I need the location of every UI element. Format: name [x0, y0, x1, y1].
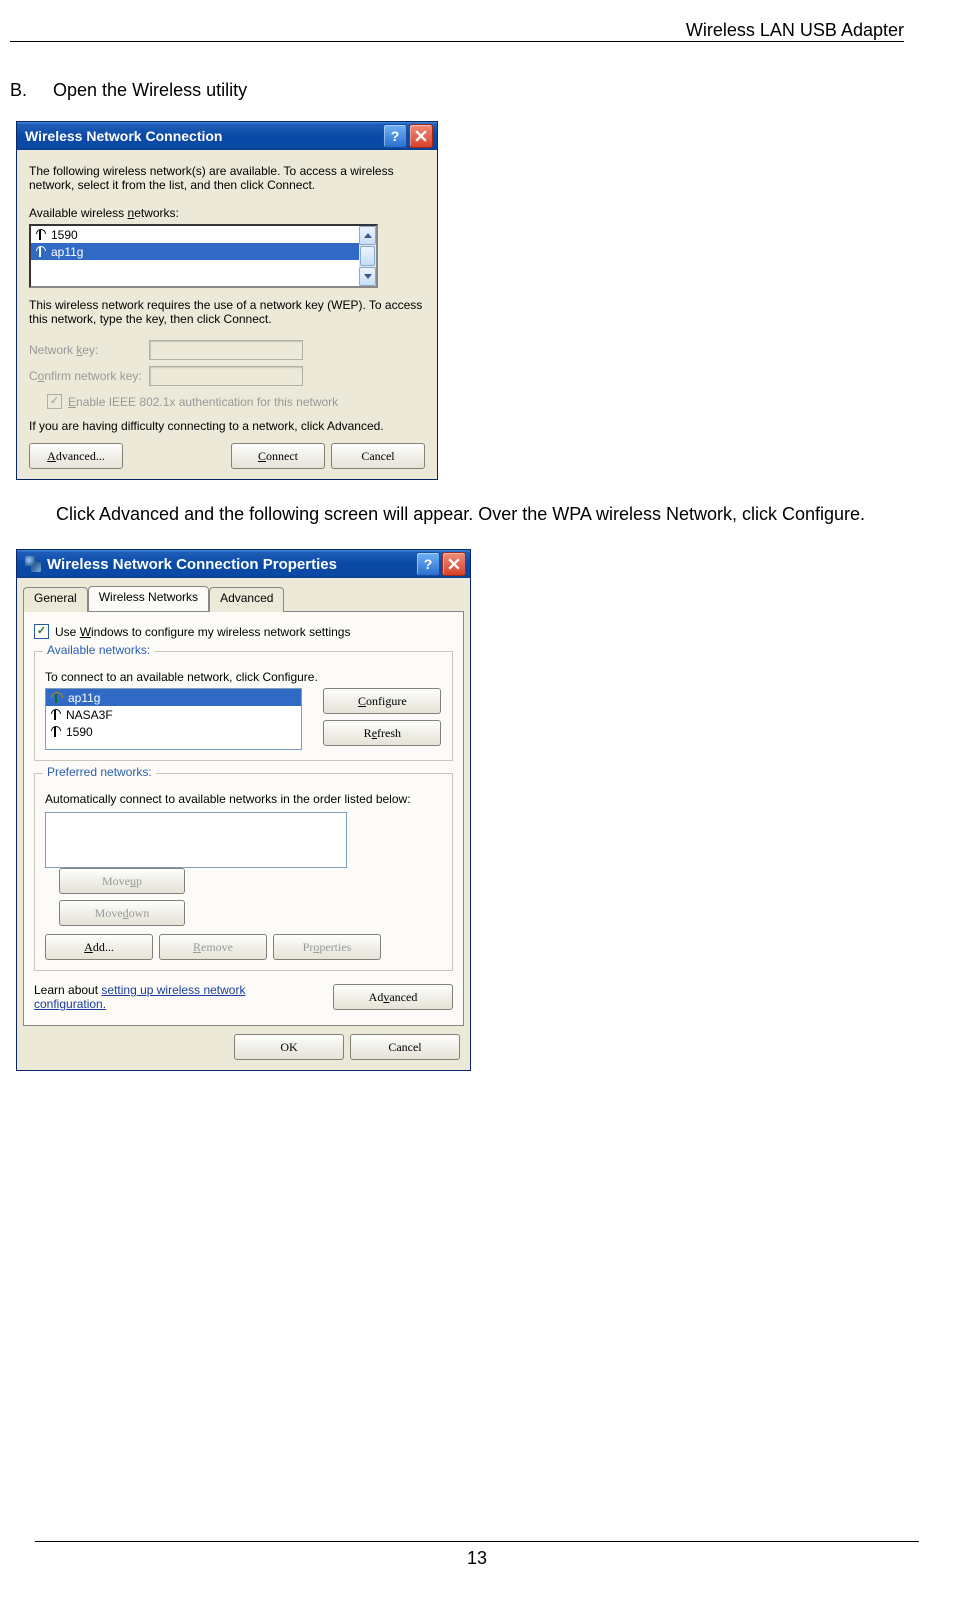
chevron-down-icon: [364, 274, 372, 279]
section-text: Open the Wireless utility: [53, 80, 247, 100]
available-networks-group: Available networks: To connect to an ava…: [34, 651, 453, 761]
scroll-up-button[interactable]: [359, 226, 376, 245]
use-windows-checkbox[interactable]: ✓: [34, 624, 49, 639]
tab-wireless-networks[interactable]: Wireless Networks: [88, 586, 209, 611]
preferred-list[interactable]: [45, 812, 347, 868]
network-key-label: Network key:: [29, 343, 149, 357]
chevron-up-icon: [364, 233, 372, 238]
refresh-button[interactable]: Refresh: [323, 720, 441, 746]
page-footer: 13: [35, 1541, 919, 1569]
ok-button[interactable]: OK: [234, 1034, 344, 1060]
tab-advanced[interactable]: Advanced: [209, 587, 284, 612]
cancel-button[interactable]: Cancel: [331, 443, 425, 469]
learn-prefix: Learn about: [34, 983, 101, 997]
scroll-down-button[interactable]: [359, 267, 376, 286]
move-down-button: Move down: [59, 900, 185, 926]
available-networks-list[interactable]: 1590 ap11g: [29, 224, 378, 288]
group-legend: Available networks:: [43, 643, 154, 657]
available-desc: To connect to an available network, clic…: [45, 670, 442, 684]
instruction-text: Click Advanced and the following screen …: [56, 502, 904, 527]
close-button[interactable]: [442, 552, 466, 576]
titlebar[interactable]: Wireless Network Connection ?: [17, 122, 437, 150]
network-item[interactable]: 1590: [31, 226, 359, 243]
learn-text: Learn about setting up wireless network …: [34, 983, 245, 1011]
available-list[interactable]: ap11g NASA3F 1590: [45, 688, 302, 750]
antenna-icon: [50, 726, 60, 738]
help-button[interactable]: ?: [383, 124, 407, 148]
add-button[interactable]: Add...: [45, 934, 153, 960]
scrollbar[interactable]: [359, 226, 376, 286]
page-header: Wireless LAN USB Adapter: [10, 20, 904, 42]
network-name: 1590: [51, 228, 78, 242]
network-key-input: [149, 340, 303, 360]
remove-button: Remove: [159, 934, 267, 960]
confirm-key-input: [149, 366, 303, 386]
use-windows-label: Use Windows to configure my wireless net…: [55, 625, 350, 639]
cancel-button[interactable]: Cancel: [350, 1034, 460, 1060]
learn-link[interactable]: configuration.: [34, 997, 106, 1011]
list-item[interactable]: ap11g: [46, 689, 301, 706]
tab-panel: ✓ Use Windows to configure my wireless n…: [23, 611, 464, 1026]
ieee-checkbox: ✓: [47, 394, 62, 409]
tab-general[interactable]: General: [23, 587, 88, 612]
configure-button[interactable]: Configure: [323, 688, 441, 714]
scroll-thumb[interactable]: [360, 246, 375, 266]
titlebar[interactable]: Wireless Network Connection Properties ?: [17, 550, 470, 578]
list-item[interactable]: NASA3F: [46, 706, 301, 723]
net-name: ap11g: [68, 691, 100, 705]
network-item-selected[interactable]: ap11g: [31, 243, 359, 260]
antenna-icon: [50, 709, 60, 721]
difficulty-text: If you are having difficulty connecting …: [29, 419, 425, 433]
preferred-networks-group: Preferred networks: Automatically connec…: [34, 773, 453, 971]
confirm-key-label: Confirm network key:: [29, 369, 149, 383]
net-name: NASA3F: [66, 708, 113, 722]
wireless-connection-dialog: Wireless Network Connection ? The follow…: [16, 121, 438, 480]
network-icon: [25, 556, 41, 572]
move-up-button: Move up: [59, 868, 185, 894]
advanced-button[interactable]: Advanced: [333, 984, 453, 1010]
network-name: ap11g: [51, 245, 83, 259]
available-networks-label: Available wireless networks:: [29, 206, 425, 220]
close-button[interactable]: [409, 124, 433, 148]
net-name: 1590: [66, 725, 93, 739]
section-heading: B. Open the Wireless utility: [10, 80, 904, 101]
wep-text: This wireless network requires the use o…: [29, 298, 425, 326]
group-legend: Preferred networks:: [43, 765, 156, 779]
preferred-desc: Automatically connect to available netwo…: [45, 792, 442, 806]
wireless-properties-dialog: Wireless Network Connection Properties ?…: [16, 549, 471, 1071]
list-item[interactable]: 1590: [46, 723, 301, 740]
properties-button: Properties: [273, 934, 381, 960]
window-title: Wireless Network Connection: [25, 128, 381, 144]
connect-button[interactable]: Connect: [231, 443, 325, 469]
intro-text: The following wireless network(s) are av…: [29, 164, 425, 192]
close-icon: [448, 558, 460, 570]
antenna-open-icon: [50, 692, 62, 704]
section-letter: B.: [10, 80, 48, 101]
window-title: Wireless Network Connection Properties: [47, 556, 414, 573]
learn-link[interactable]: setting up wireless network: [101, 983, 245, 997]
help-button[interactable]: ?: [416, 552, 440, 576]
advanced-button[interactable]: Advanced...: [29, 443, 123, 469]
antenna-icon: [35, 246, 45, 258]
tab-strip: General Wireless Networks Advanced: [17, 578, 470, 611]
page-number: 13: [467, 1548, 487, 1568]
antenna-icon: [35, 229, 45, 241]
ieee-label: Enable IEEE 802.1x authentication for th…: [68, 395, 338, 409]
close-icon: [415, 130, 427, 142]
